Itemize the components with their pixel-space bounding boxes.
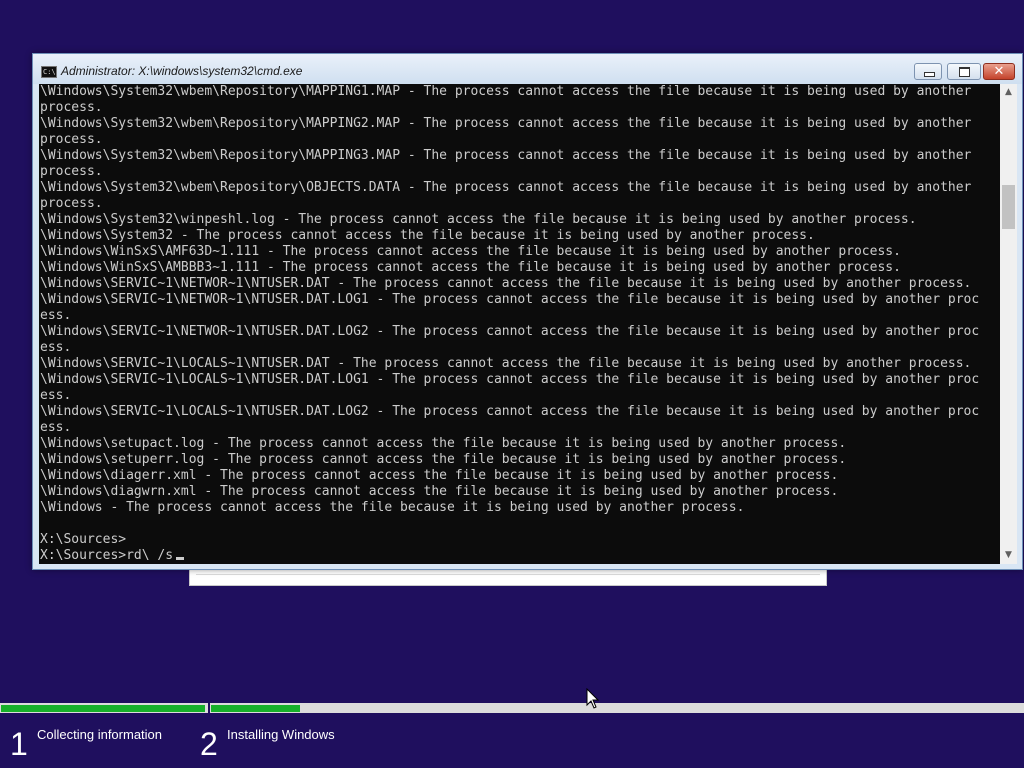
- console-line: ess.: [40, 340, 72, 355]
- scrollbar-thumb[interactable]: [1002, 185, 1015, 230]
- console-line: \Windows\setuperr.log - The process cann…: [40, 452, 847, 467]
- console-output[interactable]: \Windows\System32\wbem\Repository\MAPPIN…: [39, 84, 1000, 564]
- console-line: process.: [40, 164, 103, 179]
- console-line: \Windows\System32\winpeshl.log - The pro…: [40, 212, 917, 227]
- console-line: \Windows\SERVIC~1\NETWOR~1\NTUSER.DAT.LO…: [40, 292, 980, 307]
- progress-segment-collecting: [0, 703, 210, 713]
- console-line: ess.: [40, 308, 72, 323]
- minimize-button[interactable]: [914, 63, 942, 80]
- vertical-scrollbar[interactable]: ▲ ▼: [1000, 84, 1017, 564]
- close-button[interactable]: ✕: [983, 63, 1015, 80]
- setup-progress-bar: [0, 703, 1024, 713]
- cmd-window[interactable]: C:\ Administrator: X:\windows\system32\c…: [32, 53, 1023, 570]
- maximize-icon: [959, 67, 970, 77]
- console-line: \Windows\SERVIC~1\NETWOR~1\NTUSER.DAT - …: [40, 276, 972, 291]
- console-line: process.: [40, 132, 103, 147]
- console-line: \Windows\System32\wbem\Repository\MAPPIN…: [40, 148, 972, 163]
- mouse-pointer-icon: [586, 688, 600, 709]
- console-text: \Windows\System32\wbem\Repository\MAPPIN…: [40, 84, 979, 564]
- close-icon: ✕: [993, 64, 1005, 79]
- setup-dialog-footer: [196, 574, 820, 581]
- window-titlebar[interactable]: C:\ Administrator: X:\windows\system32\c…: [33, 54, 1022, 84]
- command-text: X:\Sources>rd\ /s: [40, 548, 174, 563]
- step-label: Installing Windows: [227, 727, 335, 742]
- console-line: \Windows\System32\wbem\Repository\OBJECT…: [40, 180, 972, 195]
- step-number: 1: [10, 726, 28, 762]
- maximize-button[interactable]: [947, 63, 981, 80]
- minimize-icon: [924, 72, 935, 77]
- console-line: process.: [40, 100, 103, 115]
- scroll-down-arrow-icon[interactable]: ▼: [1000, 547, 1017, 564]
- console-line: \Windows\diagwrn.xml - The process canno…: [40, 484, 839, 499]
- console-line: \Windows\SERVIC~1\LOCALS~1\NTUSER.DAT.LO…: [40, 372, 980, 387]
- console-line: \Windows\WinSxS\AMF63D~1.111 - The proce…: [40, 244, 901, 259]
- console-line: \Windows\SERVIC~1\LOCALS~1\NTUSER.DAT.LO…: [40, 404, 980, 419]
- console-line: \Windows\diagerr.xml - The process canno…: [40, 468, 839, 483]
- console-line: ess.: [40, 420, 72, 435]
- command-input-line[interactable]: X:\Sources>rd\ /s: [40, 548, 979, 564]
- scroll-up-arrow-icon[interactable]: ▲: [1000, 84, 1017, 101]
- window-title: Administrator: X:\windows\system32\cmd.e…: [61, 64, 303, 78]
- cmd-icon: C:\: [41, 66, 57, 78]
- console-line: X:\Sources>: [40, 532, 127, 547]
- console-line: \Windows\System32 - The process cannot a…: [40, 228, 815, 243]
- step-label: Collecting information: [37, 727, 163, 742]
- progress-fill-installing: [211, 705, 300, 712]
- console-line: process.: [40, 196, 103, 211]
- progress-fill-collecting: [1, 705, 205, 712]
- console-line: \Windows\System32\wbem\Repository\MAPPIN…: [40, 116, 972, 131]
- console-line: \Windows\SERVIC~1\LOCALS~1\NTUSER.DAT - …: [40, 356, 972, 371]
- console-line: \Windows\WinSxS\AMBBB3~1.111 - The proce…: [40, 260, 901, 275]
- step-number: 2: [200, 726, 218, 762]
- console-line: \Windows\setupact.log - The process cann…: [40, 436, 847, 451]
- progress-segment-installing: [210, 703, 1024, 713]
- text-cursor: [176, 557, 185, 560]
- console-line: \Windows - The process cannot access the…: [40, 500, 745, 515]
- console-line: \Windows\SERVIC~1\NETWOR~1\NTUSER.DAT.LO…: [40, 324, 980, 339]
- console-line: ess.: [40, 388, 72, 403]
- console-line: \Windows\System32\wbem\Repository\MAPPIN…: [40, 84, 972, 99]
